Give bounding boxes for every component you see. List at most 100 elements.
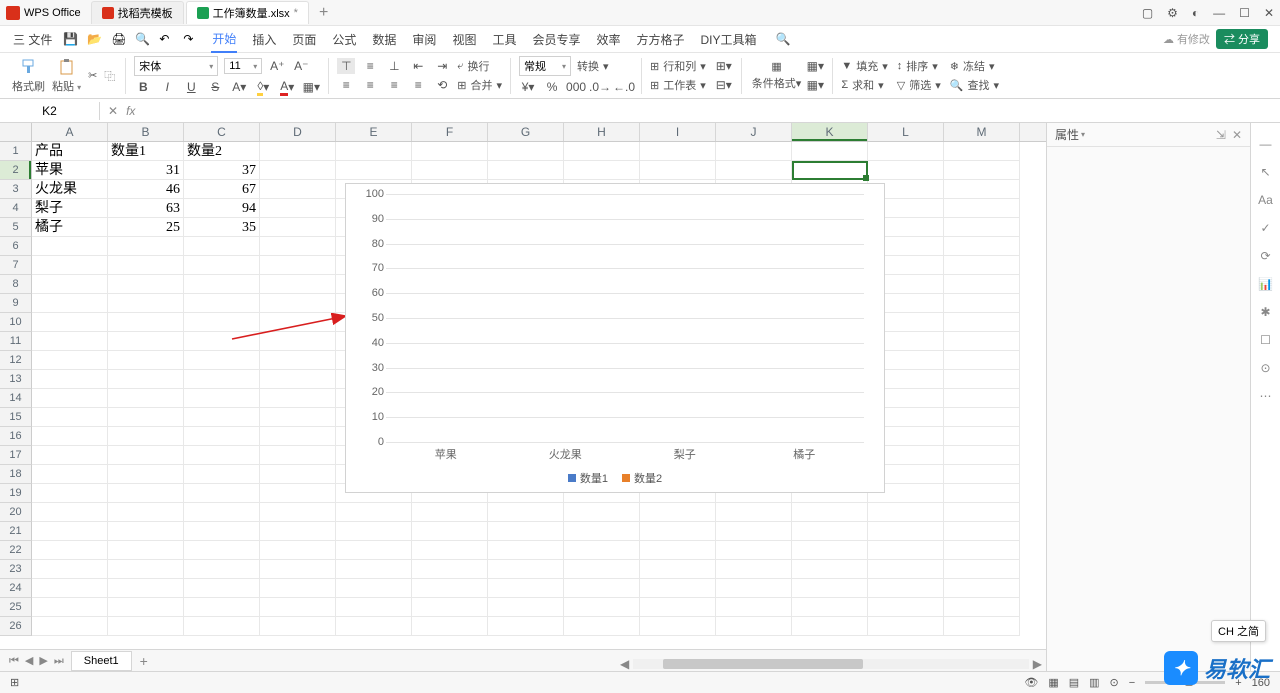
row-header[interactable]: 17 (0, 446, 32, 465)
formula-input[interactable] (143, 109, 1280, 113)
cell[interactable] (184, 332, 260, 351)
cell[interactable] (184, 579, 260, 598)
focus-mode-icon[interactable]: ⊙ (1110, 676, 1119, 689)
cell[interactable] (944, 180, 1020, 199)
cell[interactable] (716, 503, 792, 522)
cell[interactable] (184, 313, 260, 332)
number-format-combo[interactable]: 常规▾ (519, 56, 571, 76)
cell[interactable] (184, 484, 260, 503)
cell[interactable] (944, 294, 1020, 313)
indent-decrease-button[interactable]: ⇤ (409, 58, 427, 74)
cell[interactable] (336, 142, 412, 161)
cell[interactable] (564, 541, 640, 560)
bold-button[interactable]: B (134, 79, 152, 95)
cell[interactable] (32, 541, 108, 560)
row-header[interactable]: 9 (0, 294, 32, 313)
cell[interactable] (260, 256, 336, 275)
font-size-combo[interactable]: 11▾ (224, 58, 262, 74)
cell[interactable] (716, 560, 792, 579)
table-styles-button[interactable]: ▦▾ (806, 77, 824, 93)
cell[interactable] (944, 256, 1020, 275)
cell[interactable] (184, 427, 260, 446)
cell[interactable] (944, 313, 1020, 332)
freeze-button[interactable]: ❄ 冻结▾ (950, 58, 999, 74)
worksheet-button[interactable]: ⊞ 工作表▾ (650, 77, 706, 93)
col-header-D[interactable]: D (260, 123, 336, 141)
cell[interactable] (412, 560, 488, 579)
cell[interactable] (336, 161, 412, 180)
fill-button[interactable]: ▼ 填充▾ (841, 58, 887, 74)
window-close-icon[interactable]: ✕ (1264, 6, 1274, 20)
cell[interactable]: 46 (108, 180, 184, 199)
format-painter-button[interactable]: 格式刷 (10, 58, 47, 94)
menu-diy[interactable]: DIY工具箱 (700, 27, 758, 52)
side-help-icon[interactable]: ☐ (1260, 333, 1271, 347)
cell[interactable]: 25 (108, 218, 184, 237)
cell[interactable] (32, 522, 108, 541)
row-header[interactable]: 18 (0, 465, 32, 484)
cell[interactable] (32, 237, 108, 256)
cell[interactable] (32, 351, 108, 370)
font-color-button[interactable]: A▾ (230, 79, 248, 95)
cell[interactable] (336, 617, 412, 636)
cell[interactable] (32, 332, 108, 351)
cell[interactable] (868, 161, 944, 180)
doc-tab-workbook[interactable]: 工作簿数量.xlsx * (186, 1, 309, 24)
orientation-button[interactable]: ⟲ (433, 77, 451, 93)
cell[interactable] (184, 560, 260, 579)
menu-data[interactable]: 数据 (371, 27, 397, 52)
cell[interactable] (336, 579, 412, 598)
cell[interactable] (336, 560, 412, 579)
settings-icon[interactable]: ⚙ (1167, 6, 1178, 20)
paste-button[interactable]: 粘贴 ▾ (50, 58, 83, 94)
align-bottom-button[interactable]: ⊥ (385, 58, 403, 74)
cell[interactable] (260, 541, 336, 560)
cell[interactable] (32, 465, 108, 484)
decrease-font-button[interactable]: A⁻ (292, 58, 310, 74)
cell[interactable] (32, 408, 108, 427)
cell[interactable] (108, 465, 184, 484)
window-square-icon[interactable]: ▢ (1142, 6, 1153, 20)
menu-start[interactable]: 开始 (211, 26, 237, 53)
align-top-button[interactable]: ⊤ (337, 58, 355, 74)
cell[interactable] (488, 560, 564, 579)
cell[interactable] (184, 351, 260, 370)
cell[interactable] (564, 579, 640, 598)
print-preview-icon[interactable]: 🔍 (135, 32, 149, 46)
cell[interactable] (412, 522, 488, 541)
row-header[interactable]: 8 (0, 275, 32, 294)
cell[interactable]: 产品 (32, 142, 108, 161)
cell[interactable] (184, 503, 260, 522)
row-header[interactable]: 11 (0, 332, 32, 351)
cell[interactable] (108, 446, 184, 465)
cell[interactable] (716, 161, 792, 180)
cut-button[interactable]: ✂ (86, 69, 99, 82)
cell[interactable] (944, 199, 1020, 218)
window-maximize-icon[interactable]: ☐ (1239, 6, 1250, 20)
font-family-combo[interactable]: 宋体▾ (134, 56, 218, 76)
select-all-corner[interactable] (0, 123, 32, 141)
cell[interactable] (184, 408, 260, 427)
cell[interactable] (260, 389, 336, 408)
cell[interactable] (640, 579, 716, 598)
cell[interactable] (336, 522, 412, 541)
cell[interactable]: 苹果 (32, 161, 108, 180)
increase-font-button[interactable]: A⁺ (268, 58, 286, 74)
cell[interactable] (716, 541, 792, 560)
cell[interactable] (944, 427, 1020, 446)
wrap-text-button[interactable]: ⤶ 换行 (457, 58, 489, 74)
cell[interactable] (184, 275, 260, 294)
cell[interactable] (108, 351, 184, 370)
sheet-nav[interactable]: ⏮◀▶⏭ (6, 654, 67, 668)
cell[interactable] (640, 598, 716, 617)
cell[interactable] (108, 389, 184, 408)
row-header[interactable]: 1 (0, 142, 32, 161)
cell[interactable] (868, 598, 944, 617)
cell[interactable] (944, 332, 1020, 351)
new-tab-button[interactable]: + (311, 4, 336, 22)
cell[interactable] (792, 598, 868, 617)
row-header[interactable]: 10 (0, 313, 32, 332)
cell[interactable] (260, 180, 336, 199)
cell[interactable]: 31 (108, 161, 184, 180)
cell[interactable] (260, 237, 336, 256)
